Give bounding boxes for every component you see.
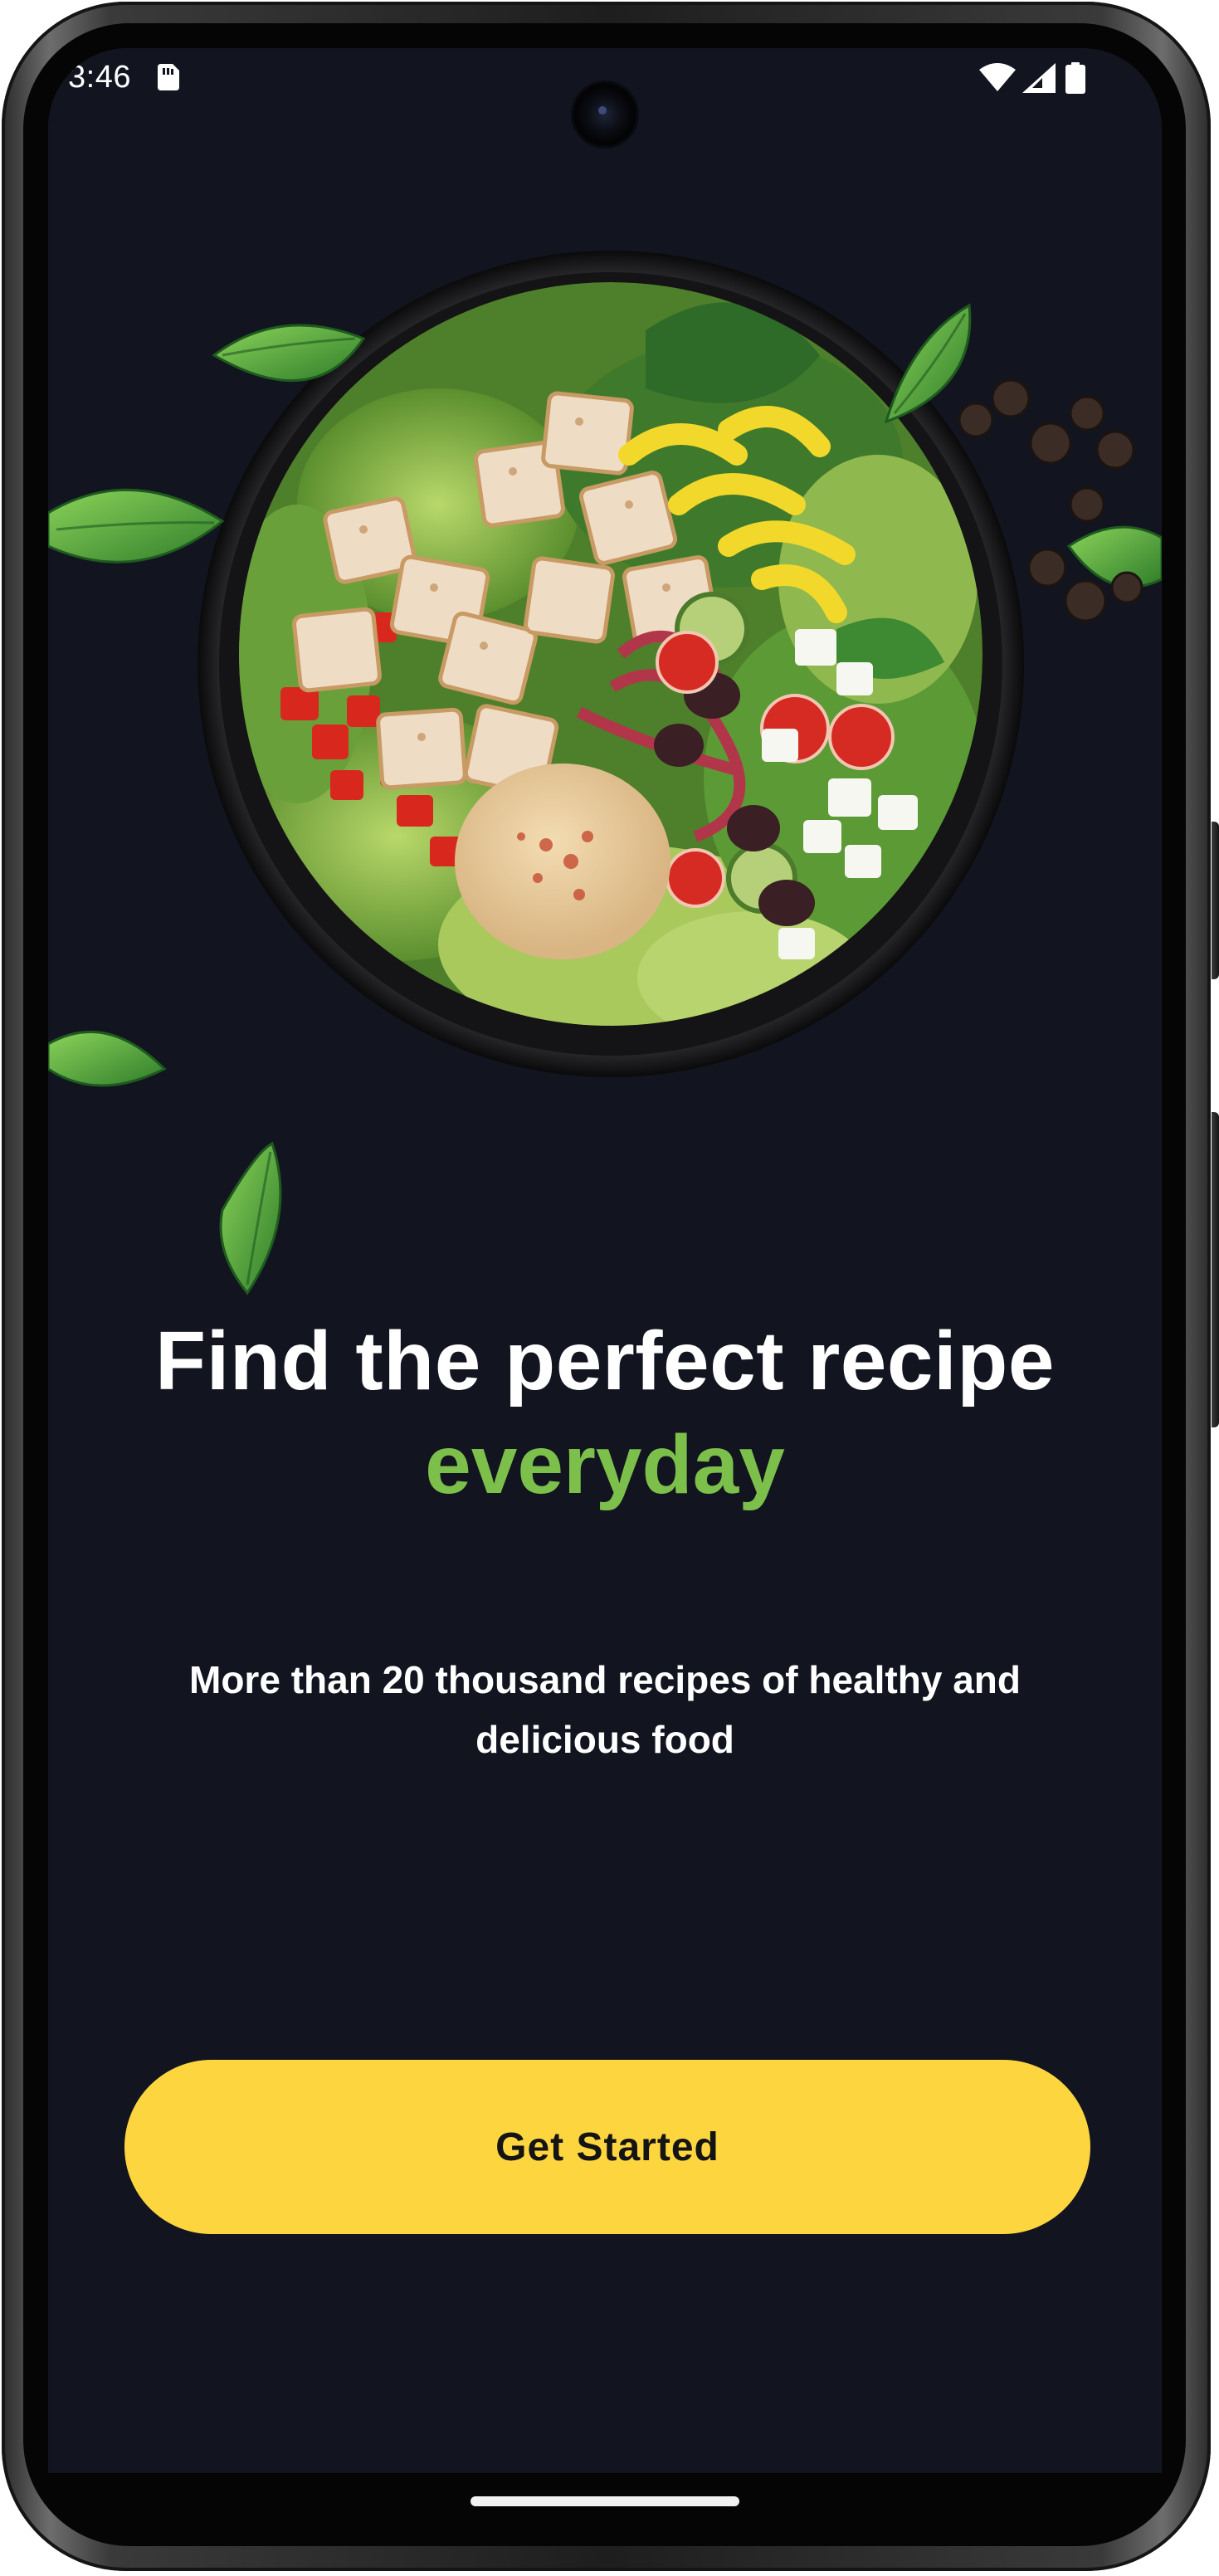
battery-icon: [1065, 62, 1085, 94]
app-screen: 3:46 Find the perfect recipe everyday Mo…: [48, 48, 1162, 2473]
status-time: 3:46: [68, 60, 131, 95]
wifi-icon: [979, 63, 1016, 91]
page-title-accent: everyday: [425, 1418, 785, 1511]
page-title: Find the perfect recipe: [155, 1315, 1055, 1408]
volume-rocker: [1212, 1112, 1219, 1427]
sim-card-icon: [158, 64, 179, 90]
status-icons: [979, 62, 1095, 94]
get-started-label: Get Started: [495, 2125, 719, 2169]
home-gesture-bar[interactable]: [471, 2496, 739, 2506]
salad-bowl-illustration: [48, 251, 1162, 1295]
power-button: [1212, 822, 1219, 979]
signal-icon: [1022, 63, 1056, 93]
get-started-button[interactable]: Get Started: [124, 2060, 1090, 2234]
page-subtitle: More than 20 thousand recipes of healthy…: [189, 1658, 1021, 1761]
